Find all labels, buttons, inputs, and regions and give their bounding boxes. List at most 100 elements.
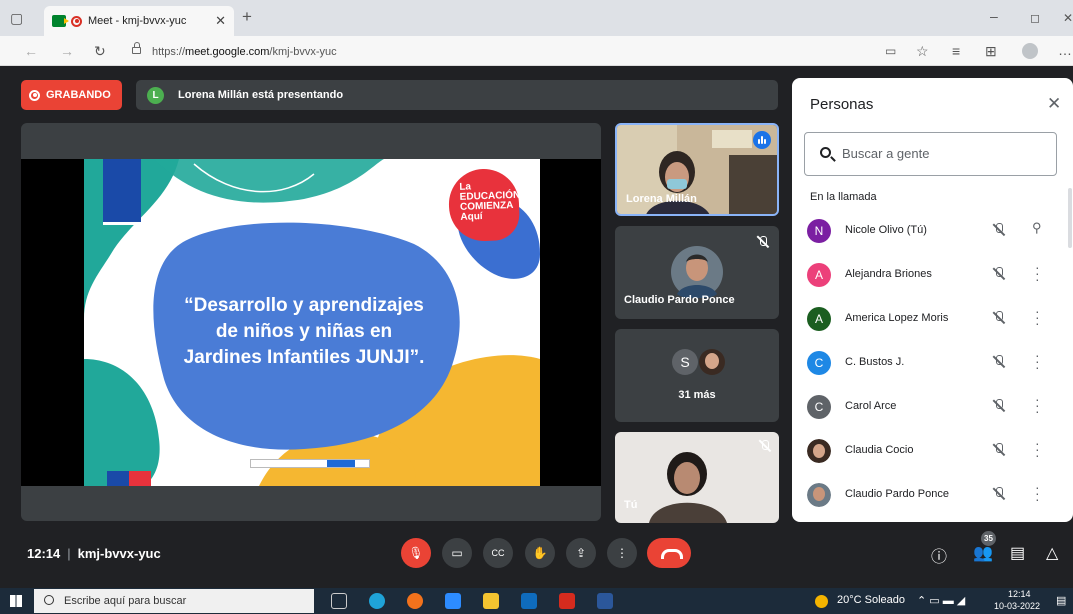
participant-avatar: A xyxy=(807,307,831,331)
leave-call-button[interactable] xyxy=(647,538,691,568)
meet-area: GRABANDO L Lorena Millán está presentand… xyxy=(0,66,1073,574)
self-mic-off-icon xyxy=(759,440,771,452)
camera-icon: ▭ xyxy=(451,546,463,560)
more-options-icon[interactable]: · · · xyxy=(1035,348,1040,374)
profile-avatar-icon[interactable] xyxy=(1022,43,1038,59)
video-tile-claudio[interactable]: Claudio Pardo Ponce xyxy=(615,226,779,319)
collections-icon[interactable]: ⊞ xyxy=(985,44,997,58)
tray-icons[interactable]: ⌃ ▭ ▬ ◢ xyxy=(917,594,965,607)
edge-icon[interactable] xyxy=(369,593,385,609)
reader-mode-icon[interactable]: ▭ xyxy=(885,44,896,58)
people-panel: Personas ✕ Buscar a gente En la llamada … xyxy=(792,78,1073,522)
participant-avatar-photo xyxy=(807,439,831,463)
notifications-icon[interactable]: ▤ xyxy=(1056,594,1066,607)
word-icon[interactable] xyxy=(597,593,613,609)
browser-tab[interactable]: Meet - kmj-bvvx-yuc ✕ xyxy=(44,6,234,36)
mic-off-icon xyxy=(993,487,1005,501)
url-field[interactable]: https://meet.google.com/kmj-bvvx-yuc xyxy=(128,42,868,62)
close-tab-icon[interactable]: ✕ xyxy=(215,13,226,29)
forward-icon[interactable]: → xyxy=(60,44,74,58)
pin-icon[interactable]: ⚲ xyxy=(1032,220,1042,236)
tile-name-self: Tú xyxy=(624,499,638,511)
toggle-camera-button[interactable]: ▭ xyxy=(442,538,472,568)
more-options-button[interactable]: ⋮ xyxy=(607,538,637,568)
meeting-code: kmj-bvvx-yuc xyxy=(77,546,161,561)
tray-date: 10-03-2022 xyxy=(994,601,1041,611)
present-icon: ⇪ xyxy=(575,546,587,560)
participant-name: America Lopez Moris xyxy=(845,312,949,324)
participant-row[interactable]: A America Lopez Moris · · · xyxy=(792,300,1073,344)
mic-off-icon xyxy=(757,236,769,248)
screen: ▢ Meet - kmj-bvvx-yuc ✕ + – ◻ ✕ ← → ↻ ht… xyxy=(0,0,1073,614)
meeting-details-icon[interactable]: ⓘ xyxy=(931,543,947,567)
participant-avatar: C xyxy=(807,395,831,419)
more-options-icon[interactable]: · · · xyxy=(1035,260,1040,286)
meet-favicon-icon xyxy=(52,15,69,27)
tile-name-claudio: Claudio Pardo Ponce xyxy=(624,294,735,306)
tab-actions-icon[interactable]: ▢ xyxy=(10,11,23,25)
more-options-icon[interactable]: · · · xyxy=(1035,480,1040,506)
more-options-icon[interactable]: · · · xyxy=(1035,304,1040,330)
panel-scrollbar[interactable] xyxy=(1068,188,1072,248)
search-icon xyxy=(820,147,831,158)
reload-icon[interactable]: ↻ xyxy=(94,44,106,58)
minimize-icon[interactable]: – xyxy=(990,9,998,23)
participant-avatar-photo xyxy=(807,483,831,507)
mic-off-icon xyxy=(993,311,1005,325)
participant-row[interactable]: C C. Bustos J. · · · xyxy=(792,344,1073,388)
mic-off-icon: 🎙 xyxy=(408,546,424,560)
present-button[interactable]: ⇪ xyxy=(566,538,596,568)
chat-icon[interactable]: ▤ xyxy=(1010,543,1025,563)
search-people-input[interactable]: Buscar a gente xyxy=(804,132,1057,176)
acrobat-icon[interactable] xyxy=(559,593,575,609)
government-logo-footer xyxy=(107,471,151,486)
more-vert-icon: ⋮ xyxy=(616,546,628,560)
participant-row[interactable]: Claudia Cocio · · · xyxy=(792,432,1073,476)
more-options-icon[interactable]: · · · xyxy=(1035,436,1040,462)
people-panel-title: Personas xyxy=(810,96,874,113)
raise-hand-button[interactable]: ✋ xyxy=(525,538,555,568)
outlook-icon[interactable] xyxy=(521,593,537,609)
firefox-icon[interactable] xyxy=(407,593,423,609)
zoom-icon[interactable] xyxy=(445,593,461,609)
participant-name: Claudia Cocio xyxy=(845,444,914,456)
video-tile-self[interactable]: Tú xyxy=(615,432,779,523)
record-icon xyxy=(29,89,40,101)
participant-row[interactable]: N Nicole Olivo (Tú) ⚲ xyxy=(792,212,1073,256)
recording-indicator-icon xyxy=(71,15,82,27)
back-icon[interactable]: ← xyxy=(24,44,38,58)
task-view-icon[interactable] xyxy=(331,593,347,609)
more-options-icon[interactable]: · · · xyxy=(1035,392,1040,418)
tab-title: Meet - kmj-bvvx-yuc xyxy=(88,15,187,27)
url-path: /kmj-bvvx-yuc xyxy=(269,46,337,58)
people-icon[interactable]: 👥 xyxy=(973,543,993,563)
meeting-info: 12:14 | kmj-bvvx-yuc xyxy=(27,546,161,561)
more-options-icon[interactable]: … xyxy=(1058,43,1072,57)
favorite-icon[interactable]: ☆ xyxy=(916,44,929,58)
close-window-icon[interactable]: ✕ xyxy=(1063,11,1073,25)
government-logo xyxy=(103,159,141,225)
restore-icon[interactable]: ◻ xyxy=(1030,11,1040,25)
weather-text[interactable]: 20°C Soleado xyxy=(837,594,905,606)
file-explorer-icon[interactable] xyxy=(483,593,499,609)
close-panel-icon[interactable]: ✕ xyxy=(1047,94,1061,114)
participants-badge: 35 xyxy=(981,531,996,546)
hand-icon: ✋ xyxy=(532,546,548,560)
presenter-avatar: L xyxy=(147,86,164,104)
participant-row[interactable]: Claudio Pardo Ponce · · · xyxy=(792,476,1073,520)
activities-icon[interactable]: △ xyxy=(1046,543,1058,563)
new-tab-icon[interactable]: + xyxy=(242,8,252,25)
recording-badge: GRABANDO xyxy=(21,80,122,110)
participant-row[interactable]: C Carol Arce · · · xyxy=(792,388,1073,432)
video-tile-lorena[interactable]: Lorena Millán xyxy=(615,123,779,216)
taskbar-search[interactable]: Escribe aquí para buscar xyxy=(34,589,314,613)
video-tile-others[interactable]: S 31 más xyxy=(615,329,779,422)
windows-taskbar: Escribe aquí para buscar 20°C Soleado ⌃ … xyxy=(0,588,1073,614)
participant-row[interactable]: A Alejandra Briones · · · xyxy=(792,256,1073,300)
browser-tab-bar: ▢ Meet - kmj-bvvx-yuc ✕ + – ◻ ✕ xyxy=(0,0,1073,36)
favorites-list-icon[interactable]: ≡ xyxy=(952,44,960,58)
toggle-mic-button[interactable]: 🎙 xyxy=(401,538,431,568)
presenting-text: Lorena Millán está presentando xyxy=(178,89,344,101)
captions-button[interactable]: CC xyxy=(483,538,513,568)
windows-start-icon[interactable] xyxy=(10,595,22,607)
